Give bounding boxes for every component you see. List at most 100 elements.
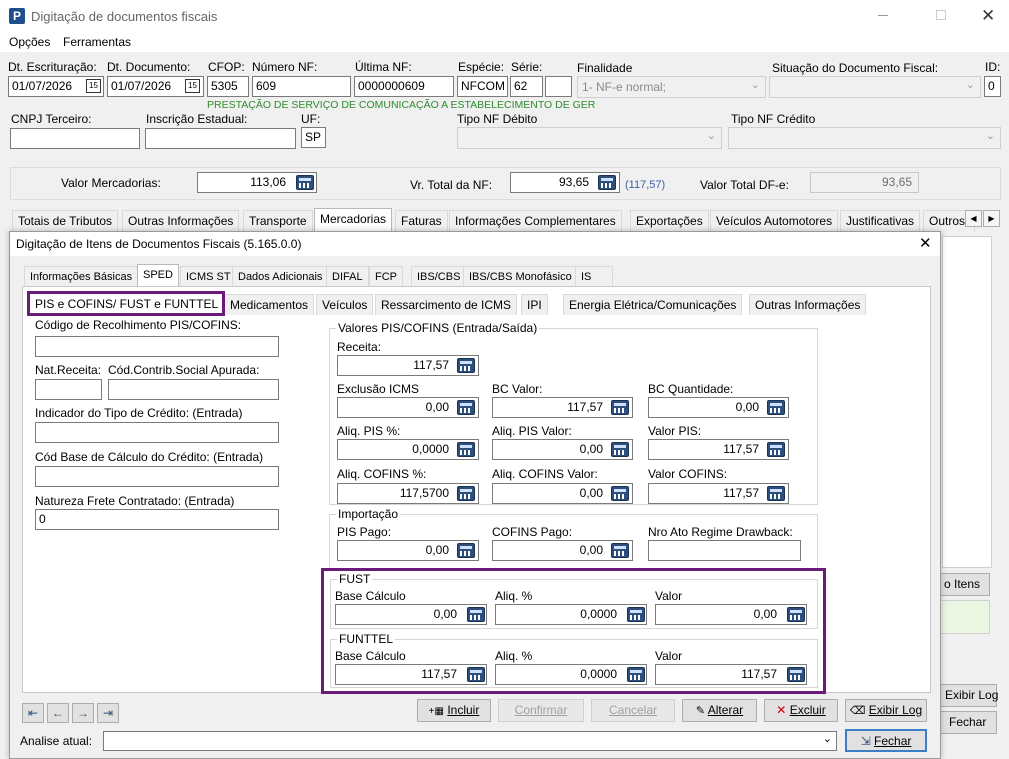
aliq-cofins-value: 117,5700 <box>399 486 449 500</box>
tab-informacoes-complementares[interactable]: Informações Complementares <box>449 210 622 232</box>
first-record-icon[interactable]: ⇤ <box>22 703 44 723</box>
id-field[interactable]: 0 <box>984 76 1001 97</box>
close-icon[interactable]: ✕ <box>981 6 995 26</box>
calculator-icon[interactable] <box>611 486 629 501</box>
calculator-icon[interactable] <box>611 442 629 457</box>
tipo-credito-label: Tipo NF Crédito <box>731 112 816 126</box>
ultima-nf-value: 0000000609 <box>358 79 425 93</box>
subtab-energia-comunicacoes[interactable]: Energia Elétrica/Comunicações <box>563 294 743 315</box>
cancelar-button[interactable]: Cancelar <box>591 699 675 722</box>
calculator-icon[interactable] <box>767 442 785 457</box>
exibir-log-button[interactable]: ⌫ Exibir Log <box>845 699 927 722</box>
indicador-credito-field[interactable] <box>35 422 279 443</box>
cod-recolhimento-field[interactable] <box>35 336 279 357</box>
ie-field[interactable] <box>145 128 296 149</box>
calculator-icon[interactable] <box>611 543 629 558</box>
tab-mercadorias[interactable]: Mercadorias <box>314 208 393 232</box>
subtab-outras-informacoes[interactable]: Outras Informações <box>749 294 867 315</box>
bc-valor-label: BC Valor: <box>492 382 543 396</box>
tab-sped[interactable]: SPED <box>137 264 179 287</box>
cod-contrib-field[interactable] <box>108 379 279 400</box>
tab-justificativas[interactable]: Justificativas <box>840 210 921 232</box>
dialog-close-icon[interactable]: ✕ <box>919 234 932 252</box>
calculator-icon[interactable] <box>457 486 475 501</box>
chevron-down-icon: ⌄ <box>985 130 995 142</box>
previous-record-icon[interactable]: ← <box>47 703 69 723</box>
dt-documento-label: Dt. Documento: <box>107 60 191 74</box>
itens-button[interactable]: o Itens <box>940 573 990 596</box>
serie-field[interactable]: 62 <box>510 76 543 97</box>
ultima-nf-field[interactable]: 0000000609 <box>354 76 454 97</box>
tab-totais-tributos[interactable]: Totais de Tributos <box>12 210 119 232</box>
tab-is[interactable]: IS <box>575 266 613 287</box>
uf-field[interactable]: SP <box>301 127 326 148</box>
subtab-medicamentos[interactable]: Medicamentos <box>224 294 315 315</box>
numero-nf-field[interactable]: 609 <box>252 76 351 97</box>
natureza-frete-field[interactable]: 0 <box>35 509 279 530</box>
subserie-field[interactable] <box>545 76 572 97</box>
calculator-icon[interactable] <box>767 400 785 415</box>
calculator-icon[interactable] <box>457 400 475 415</box>
tab-dados-adicionais[interactable]: Dados Adicionais <box>232 266 329 287</box>
calculator-icon[interactable] <box>598 175 616 190</box>
calculator-icon[interactable] <box>611 400 629 415</box>
fechar-button[interactable]: ⇲ Fechar <box>845 729 927 752</box>
tab-faturas[interactable]: Faturas <box>395 210 448 232</box>
incluir-button[interactable]: +▦ Incluir <box>417 699 491 722</box>
tab-fcp[interactable]: FCP <box>369 266 403 287</box>
subtab-ressarcimento-icms[interactable]: Ressarcimento de ICMS <box>375 294 518 315</box>
tab-outras-informacoes[interactable]: Outras Informações <box>122 210 240 232</box>
confirmar-button[interactable]: Confirmar <box>498 699 584 722</box>
calculator-icon[interactable] <box>457 543 475 558</box>
tab-veiculos-automotores[interactable]: Veículos Automotores <box>710 210 839 232</box>
tab-icms-st[interactable]: ICMS ST <box>180 266 237 287</box>
tab-informacoes-basicas[interactable]: Informações Básicas <box>24 266 139 287</box>
calculator-icon[interactable] <box>296 175 314 190</box>
excluir-button[interactable]: ✕ Excluir <box>764 699 838 722</box>
alterar-button[interactable]: ✎ Alterar <box>682 699 757 722</box>
nat-receita-field[interactable] <box>35 379 102 400</box>
cfop-description: PRESTAÇÃO DE SERVIÇO DE COMUNICAÇÃO A ES… <box>207 99 596 111</box>
calculator-icon[interactable] <box>457 358 475 373</box>
tab-scroll-right-icon[interactable]: ▶ <box>983 210 1000 227</box>
valor-total-df-field[interactable]: 93,65 <box>810 172 919 193</box>
aliq-pis-valor-value: 0,00 <box>579 442 603 456</box>
cnpj-field[interactable] <box>10 128 140 149</box>
cod-base-field[interactable] <box>35 466 279 487</box>
menu-opcoes[interactable]: Opções <box>9 35 50 49</box>
situacao-select[interactable]: ⌄ <box>769 76 981 98</box>
cfop-field[interactable]: 5305 <box>207 76 249 97</box>
minimize-icon[interactable] <box>878 15 888 16</box>
calendar-icon[interactable]: 15 <box>86 79 101 93</box>
bc-quantidade-value: 0,00 <box>735 400 759 414</box>
calculator-icon[interactable] <box>457 442 475 457</box>
especie-label: Espécie: <box>458 60 505 74</box>
drawback-field[interactable] <box>648 540 801 561</box>
natureza-frete-label: Natureza Frete Contratado: (Entrada) <box>35 494 235 508</box>
calculator-icon[interactable] <box>767 486 785 501</box>
especie-field[interactable]: NFCOM <box>457 76 508 97</box>
next-record-icon[interactable]: → <box>72 703 94 723</box>
finalidade-select[interactable]: 1- NF-e normal; ⌄ <box>577 76 766 98</box>
subtab-ipi[interactable]: IPI <box>521 294 548 315</box>
tab-exportacoes[interactable]: Exportações <box>630 210 709 232</box>
situacao-label: Situação do Documento Fiscal: <box>772 61 939 75</box>
menu-ferramentas[interactable]: Ferramentas <box>63 35 131 49</box>
tab-difal[interactable]: DIFAL <box>326 266 369 287</box>
pis-pago-value: 0,00 <box>425 543 449 557</box>
analise-select[interactable]: ⌄ <box>103 731 837 751</box>
maximize-icon[interactable] <box>936 10 946 20</box>
tipo-debito-select[interactable]: ⌄ <box>457 127 722 149</box>
calendar-icon[interactable]: 15 <box>185 79 200 93</box>
last-record-icon[interactable]: ⇥ <box>97 703 119 723</box>
tab-scroll-left-icon[interactable]: ◀ <box>965 210 982 227</box>
bg-exibir-log-button[interactable]: Exibir Log <box>940 684 998 707</box>
tab-transporte[interactable]: Transporte <box>243 210 313 232</box>
subtab-veiculos[interactable]: Veículos <box>316 294 374 315</box>
bg-fechar-button[interactable]: Fechar <box>940 711 997 734</box>
cofins-pago-value: 0,00 <box>579 543 603 557</box>
tab-ibs-cbs-monofasico[interactable]: IBS/CBS Monofásico <box>463 266 578 287</box>
tab-ibs-cbs[interactable]: IBS/CBS <box>411 266 467 287</box>
window-title-bar: P Digitação de documentos fiscais ✕ <box>0 0 1009 32</box>
tipo-credito-select[interactable]: ⌄ <box>728 127 1001 149</box>
